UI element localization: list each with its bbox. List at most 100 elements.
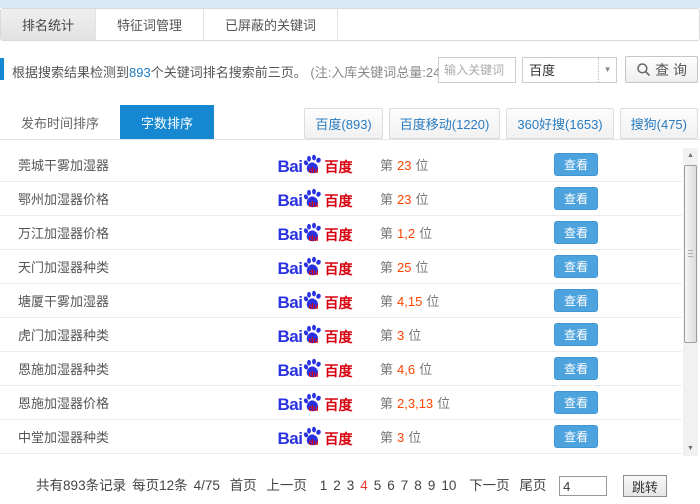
baidu-paw-icon: du [303,256,323,277]
keyword-cell: 中堂加湿器种类 [18,430,110,445]
view-button[interactable]: 查看 [554,187,598,210]
rank-prefix: 第 [380,226,394,241]
baidu-logo-bai-text: Bai [277,395,303,414]
filter-360-button[interactable]: 360好搜(1653) [506,108,614,139]
rank-cell: 第 4,15 位 [380,291,550,310]
page-indicator: 4/75 [193,478,220,493]
rank-suffix: 位 [419,362,433,377]
rank-number: 25 [397,260,412,275]
scrollbar-down-arrow-icon[interactable]: ▼ [683,441,698,456]
baidu-logo-du-text: du [308,200,319,209]
sort-tabs: 发布时间排序 字数排序 [0,105,215,139]
view-button[interactable]: 查看 [554,425,598,448]
engine-select[interactable]: 百度 ▼ [522,56,618,83]
view-button[interactable]: 查看 [554,221,598,244]
rank-prefix: 第 [380,328,394,343]
baidu-logo-chinese-text: 百度 [324,159,353,175]
page-number-link[interactable]: 1 [320,478,328,493]
page-number-link[interactable]: 9 [428,478,436,493]
page-number-link[interactable]: 7 [401,478,409,493]
summary-note: (注:入库关键词总量:2436) [310,65,460,80]
search-area: 百度 ▼ 查 询 [438,56,698,83]
engine-logo-cell: Bai du 百度 [250,358,380,379]
page-number-link[interactable]: 4 [360,478,368,493]
chevron-down-icon: ▼ [598,57,616,82]
baidu-logo: Bai du 百度 [278,324,352,345]
rank-number: 23 [397,192,412,207]
per-page: 每页12条 [132,478,188,493]
baidu-logo-du-text: du [308,302,319,311]
rank-suffix: 位 [437,396,451,411]
scrollbar-up-arrow-icon[interactable]: ▲ [683,148,698,163]
baidu-logo-chinese-text: 百度 [324,295,353,311]
rank-number: 3 [397,328,405,343]
tab-feature-words[interactable]: 特征词管理 [96,9,205,40]
baidu-logo-du-text: du [308,268,319,277]
search-input[interactable] [438,56,517,83]
jump-page-input[interactable] [559,476,608,497]
rank-suffix: 位 [408,328,422,343]
keyword-cell: 万江加湿器价格 [18,226,110,241]
page-number-link[interactable]: 5 [374,478,382,493]
view-button[interactable]: 查看 [554,357,598,380]
filter-baidu-mobile-button[interactable]: 百度移动(1220) [388,108,501,139]
page-number-link[interactable]: 6 [387,478,395,493]
baidu-logo-bai-text: Bai [277,157,303,176]
tab-ranking-stats[interactable]: 排名统计 [1,9,97,40]
filter-sogou-button[interactable]: 搜狗(475) [619,108,698,139]
tab-label: 已屏蔽的关键词 [225,18,317,33]
table-row: 莞城干雾加湿器 Bai du 百度 第 23 位 查看 [0,148,682,182]
page-number-link[interactable]: 3 [347,478,355,493]
tab-label: 排名统计 [22,18,75,33]
view-button[interactable]: 查看 [554,153,598,176]
view-button[interactable]: 查看 [554,391,598,414]
tab-sort-by-date[interactable]: 发布时间排序 [0,105,120,139]
search-button[interactable]: 查 询 [625,56,698,83]
rank-number: 2,3,13 [397,396,434,411]
rank-suffix: 位 [415,158,429,173]
engine-logo-cell: Bai du 百度 [250,154,380,175]
baidu-logo-bai-text: Bai [277,293,303,312]
rank-prefix: 第 [380,396,394,411]
view-button[interactable]: 查看 [554,255,598,278]
page-number-link[interactable]: 10 [441,478,456,493]
table-row: 鄂州加湿器价格 Bai du 百度 第 23 位 查看 [0,182,682,216]
scrollbar-thumb[interactable] [684,165,697,343]
main-tab-bar: 排名统计 特征词管理 已屏蔽的关键词 [0,8,700,41]
baidu-logo-chinese-text: 百度 [324,227,353,243]
rank-cell: 第 23 位 [380,155,550,174]
table-row: 万江加湿器价格 Bai du 百度 第 1,2 位 查看 [0,216,682,250]
engine-logo-cell: Bai du 百度 [250,392,380,413]
rank-cell: 第 4,6 位 [380,359,550,378]
baidu-logo-du-text: du [308,370,319,379]
keyword-cell: 天门加湿器种类 [18,260,110,275]
baidu-paw-icon: du [303,154,323,175]
keyword-cell: 恩施加湿器价格 [18,396,110,411]
last-page-link[interactable]: 尾页 [519,478,546,493]
jump-button[interactable]: 跳转 [622,475,667,498]
rank-suffix: 位 [426,294,440,309]
page-number-link[interactable]: 8 [414,478,422,493]
view-button[interactable]: 查看 [554,289,598,312]
first-page-link[interactable]: 首页 [230,478,257,493]
next-page-link[interactable]: 下一页 [469,478,510,493]
tab-sort-by-length[interactable]: 字数排序 [120,105,215,139]
page-number-link[interactable]: 2 [333,478,341,493]
rank-cell: 第 1,2 位 [380,223,550,242]
rank-number: 1,2 [397,226,416,241]
prev-page-link[interactable]: 上一页 [266,478,307,493]
baidu-logo: Bai du 百度 [278,222,353,243]
baidu-paw-icon: du [303,222,323,243]
engine-logo-cell: Bai du 百度 [250,426,380,447]
sort-tab-label: 发布时间排序 [21,115,100,131]
baidu-paw-icon: du [303,392,323,413]
view-button[interactable]: 查看 [554,323,598,346]
baidu-logo-du-text: du [308,166,319,175]
filter-baidu-button[interactable]: 百度(893) [304,108,383,139]
summary-suffix: 个关键词排名搜索前三页。 [150,65,307,80]
engine-select-value: 百度 [529,63,556,78]
action-cell: 查看 [554,357,598,380]
rank-cell: 第 25 位 [380,257,550,276]
tab-blocked-keywords[interactable]: 已屏蔽的关键词 [204,9,339,40]
engine-logo-cell: Bai du 百度 [250,256,380,277]
